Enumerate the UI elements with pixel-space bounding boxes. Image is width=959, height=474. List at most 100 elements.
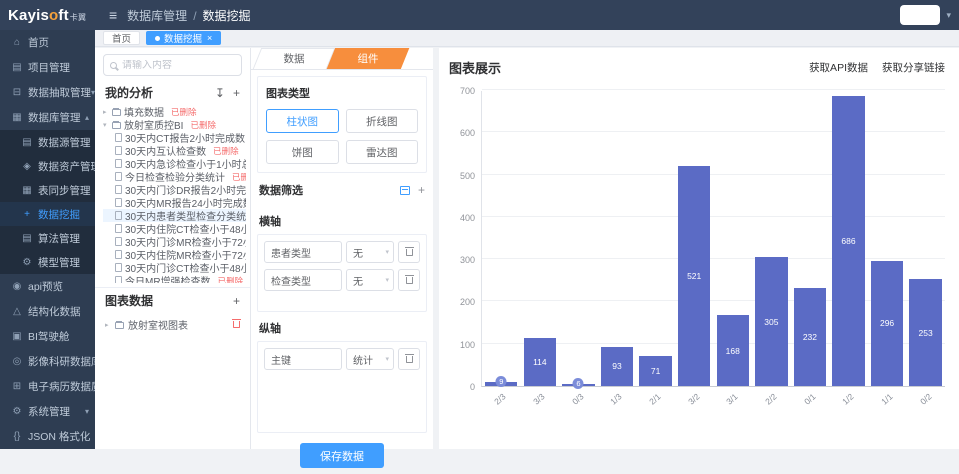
- user-badge[interactable]: [900, 5, 940, 25]
- chevron-down-icon[interactable]: ▾: [946, 10, 951, 21]
- tree-item[interactable]: 30天内门诊CT检查小于48小时总计: [103, 261, 246, 274]
- sidebar-item-datasource[interactable]: ▤数据源管理: [0, 130, 95, 154]
- sidebar-item-model[interactable]: ⚙模型管理: [0, 250, 95, 274]
- bar[interactable]: 521: [678, 166, 710, 386]
- component-tab[interactable]: 数据: [257, 48, 331, 69]
- sidebar-item-home[interactable]: ⌂首页: [0, 30, 95, 55]
- component-tab[interactable]: 组件: [331, 48, 405, 69]
- sidebar-item-bi[interactable]: ▣BI驾驶舱: [0, 324, 95, 349]
- chart-panel-header: 图表展示 获取API数据 获取分享链接: [449, 58, 945, 77]
- bar-value-label: 305: [764, 317, 778, 327]
- document-icon: [115, 159, 122, 168]
- document-icon: [115, 133, 122, 142]
- tree-item[interactable]: 30天内患者类型检查分类统计: [103, 209, 246, 222]
- sidebar-item-project[interactable]: ▤项目管理: [0, 55, 95, 80]
- delete-axis-button[interactable]: [398, 269, 420, 291]
- bar[interactable]: 296: [871, 261, 903, 386]
- sidebar-item-mining[interactable]: +数据挖掘: [0, 202, 95, 226]
- add-chart-data-icon[interactable]: +: [233, 294, 240, 308]
- sidebar-item-api[interactable]: ◉api预览: [0, 274, 95, 299]
- sidebar-item-algorithm[interactable]: ▤算法管理: [0, 226, 95, 250]
- get-api-data-link[interactable]: 获取API数据: [809, 60, 868, 75]
- chart-data-item[interactable]: ▸放射室视图表: [95, 313, 250, 336]
- axis-field[interactable]: 主键: [264, 348, 342, 370]
- model-icon: ⚙: [20, 257, 34, 268]
- structured-icon: △: [10, 306, 24, 317]
- x-tick: 2/1: [639, 391, 671, 405]
- sidebar-item-system[interactable]: ⚙系统管理▾: [0, 399, 95, 424]
- tree-item[interactable]: 30天内门诊MR检查小于72小时总计: [103, 235, 246, 248]
- get-share-link[interactable]: 获取分享链接: [882, 60, 945, 75]
- bar[interactable]: 232: [794, 288, 826, 386]
- tree-item[interactable]: 30天内互认检查数已删除: [103, 144, 246, 157]
- bar[interactable]: 93: [601, 347, 633, 386]
- hamburger-icon[interactable]: ≡: [109, 7, 117, 23]
- analysis-title: 我的分析: [105, 84, 153, 101]
- project-icon: ▤: [10, 62, 24, 73]
- sidebar-item-emr[interactable]: ⊞电子病历数据质控: [0, 374, 95, 399]
- bar[interactable]: 686: [832, 96, 864, 386]
- tree-item[interactable]: 30天内急诊检查小于1小时总计: [103, 157, 246, 170]
- x-tick: 1/3: [600, 391, 632, 405]
- bar[interactable]: 168: [717, 315, 749, 386]
- breadcrumb-parent[interactable]: 数据库管理: [127, 9, 187, 23]
- sidebar-item-extract[interactable]: ⊟数据抽取管理▾: [0, 80, 95, 105]
- x-tick: 0/2: [909, 391, 941, 405]
- y-axis-box: 主键统计▾: [257, 341, 427, 433]
- tree-item[interactable]: 30天内CT报告2小时完成数: [103, 131, 246, 144]
- sidebar-item-asset[interactable]: ◈数据资产管理: [0, 154, 95, 178]
- search-box[interactable]: [103, 54, 242, 76]
- delete-axis-button[interactable]: [398, 348, 420, 370]
- delete-icon[interactable]: [233, 321, 240, 328]
- tree-item[interactable]: 30天内门诊DR报告2小时完成数: [103, 183, 246, 196]
- bar[interactable]: 253: [909, 279, 941, 386]
- add-analysis-icon[interactable]: +: [233, 86, 240, 100]
- chevron-down-icon: ▾: [385, 276, 389, 284]
- sidebar-item-structured[interactable]: △结构化数据: [0, 299, 95, 324]
- tree-item[interactable]: 30天内MR报告24小时完成数: [103, 196, 246, 209]
- save-data-button[interactable]: 保存数据: [300, 443, 384, 468]
- aggregate-select[interactable]: 无▾: [346, 269, 394, 291]
- bar-slot: 93: [601, 91, 633, 386]
- bar[interactable]: 9: [485, 382, 517, 386]
- chevron-right-icon[interactable]: ▸: [103, 108, 109, 116]
- tree-item[interactable]: 今日检查检验分类统计已删除: [103, 170, 246, 183]
- bar-value-label: 253: [919, 328, 933, 338]
- search-input[interactable]: [122, 60, 235, 71]
- document-icon: [115, 185, 122, 194]
- axis-field[interactable]: 检查类型: [264, 269, 342, 291]
- tree-folder[interactable]: ▸填充数据已删除: [103, 105, 246, 118]
- y-tick-label: 100: [460, 340, 475, 350]
- bar[interactable]: 71: [639, 356, 671, 386]
- chart-type-button[interactable]: 柱状图: [266, 109, 339, 133]
- sidebar-item-database[interactable]: ▦数据库管理▴: [0, 105, 95, 130]
- axis-field[interactable]: 患者类型: [264, 241, 342, 263]
- sidebar-item-json[interactable]: {}JSON 格式化: [0, 424, 95, 449]
- bar[interactable]: 305: [755, 257, 787, 386]
- chart-type-button[interactable]: 折线图: [346, 109, 419, 133]
- import-icon[interactable]: ↧: [215, 86, 225, 100]
- tree-item[interactable]: 今日MR增强检查数已删除: [103, 274, 246, 283]
- add-filter-icon[interactable]: +: [418, 184, 425, 196]
- bar[interactable]: 114: [524, 338, 556, 386]
- chevron-down-icon[interactable]: ▾: [103, 121, 109, 129]
- page-tab[interactable]: 数据挖掘×: [146, 31, 221, 45]
- tree-item[interactable]: 30天内住院CT检查小于48小时总计: [103, 222, 246, 235]
- close-icon[interactable]: ×: [207, 33, 212, 43]
- page-tab[interactable]: 首页: [103, 31, 140, 45]
- aggregate-select[interactable]: 统计▾: [346, 348, 394, 370]
- aggregate-select[interactable]: 无▾: [346, 241, 394, 263]
- sidebar-item-tablesync[interactable]: ▦表同步管理: [0, 178, 95, 202]
- delete-axis-button[interactable]: [398, 241, 420, 263]
- tree-folder[interactable]: ▾放射室质控BI已删除: [103, 118, 246, 131]
- bar-value-label: 232: [803, 332, 817, 342]
- chart-type-button[interactable]: 雷达图: [346, 140, 419, 164]
- chevron-right-icon[interactable]: ▸: [105, 321, 111, 329]
- filter-icon[interactable]: [400, 186, 410, 195]
- bar-slot: 6: [562, 91, 594, 386]
- datasource-icon: ▤: [20, 137, 34, 148]
- sidebar-item-imaging[interactable]: ◎影像科研数据库: [0, 349, 95, 374]
- tree-item[interactable]: 30天内住院MR检查小于72小时总计: [103, 248, 246, 261]
- bar[interactable]: 6: [562, 384, 594, 387]
- chart-type-button[interactable]: 饼图: [266, 140, 339, 164]
